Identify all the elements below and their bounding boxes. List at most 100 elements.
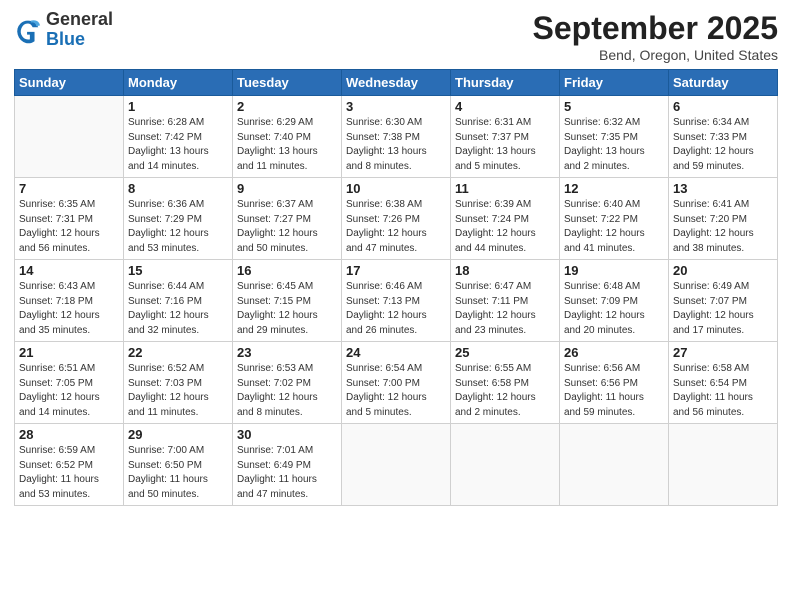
logo: General Blue	[14, 10, 113, 50]
calendar-cell: 4 Sunrise: 6:31 AMSunset: 7:37 PMDaylight…	[451, 96, 560, 178]
calendar-cell: 23 Sunrise: 6:53 AMSunset: 7:02 PMDayligh…	[233, 342, 342, 424]
day-number: 15	[128, 263, 228, 278]
col-saturday: Saturday	[669, 70, 778, 96]
calendar-cell: 18 Sunrise: 6:47 AMSunset: 7:11 PMDayligh…	[451, 260, 560, 342]
day-number: 13	[673, 181, 773, 196]
calendar-cell: 13Sunrise: 6:41 AMSunset: 7:20 PMDayligh…	[669, 178, 778, 260]
calendar-week-1: 1 Sunrise: 6:28 AMSunset: 7:42 PMDaylight…	[15, 96, 778, 178]
calendar-body: 1 Sunrise: 6:28 AMSunset: 7:42 PMDaylight…	[15, 96, 778, 506]
day-info: Sunrise: 6:48 AMSunset: 7:09 PMDaylight:…	[564, 280, 664, 338]
day-number: 24	[346, 345, 446, 360]
day-info: Sunrise: 6:30 AMSunset: 7:38 PMDaylight:…	[346, 116, 446, 174]
day-info: Sunrise: 6:29 AMSunset: 7:40 PMDaylight:…	[237, 116, 337, 174]
calendar-cell: 29Sunrise: 7:00 AMSunset: 6:50 PMDayligh…	[124, 424, 233, 506]
day-info: Sunrise: 6:45 AMSunset: 7:15 PMDaylight:…	[237, 280, 337, 338]
calendar-week-5: 28 Sunrise: 6:59 AMSunset: 6:52 PMDayligh…	[15, 424, 778, 506]
day-number: 23	[237, 345, 337, 360]
calendar-cell: 25 Sunrise: 6:55 AMSunset: 6:58 PMDayligh…	[451, 342, 560, 424]
day-number: 10	[346, 181, 446, 196]
day-number: 11	[455, 181, 555, 196]
day-info: Sunrise: 6:31 AMSunset: 7:37 PMDaylight:…	[455, 116, 555, 174]
day-info: Sunrise: 6:32 AMSunset: 7:35 PMDaylight:…	[564, 116, 664, 174]
day-number: 30	[237, 427, 337, 442]
calendar-cell: 8 Sunrise: 6:36 AMSunset: 7:29 PMDaylight…	[124, 178, 233, 260]
calendar-week-2: 7Sunrise: 6:35 AMSunset: 7:31 PMDaylight…	[15, 178, 778, 260]
day-number: 21	[19, 345, 119, 360]
calendar-cell: 24 Sunrise: 6:54 AMSunset: 7:00 PMDayligh…	[342, 342, 451, 424]
logo-icon	[14, 16, 42, 44]
calendar-cell: 26Sunrise: 6:56 AMSunset: 6:56 PMDayligh…	[560, 342, 669, 424]
day-number: 20	[673, 263, 773, 278]
day-number: 18	[455, 263, 555, 278]
col-sunday: Sunday	[15, 70, 124, 96]
day-info: Sunrise: 6:36 AMSunset: 7:29 PMDaylight:…	[128, 198, 228, 256]
day-info: Sunrise: 6:53 AMSunset: 7:02 PMDaylight:…	[237, 362, 337, 420]
calendar-cell: 12 Sunrise: 6:40 AMSunset: 7:22 PMDayligh…	[560, 178, 669, 260]
calendar-cell: 17Sunrise: 6:46 AMSunset: 7:13 PMDayligh…	[342, 260, 451, 342]
calendar-cell: 7Sunrise: 6:35 AMSunset: 7:31 PMDaylight…	[15, 178, 124, 260]
day-info: Sunrise: 6:59 AMSunset: 6:52 PMDaylight:…	[19, 444, 119, 502]
calendar-cell: 22 Sunrise: 6:52 AMSunset: 7:03 PMDayligh…	[124, 342, 233, 424]
day-info: Sunrise: 6:34 AMSunset: 7:33 PMDaylight:…	[673, 116, 773, 174]
calendar-cell	[669, 424, 778, 506]
calendar-week-3: 14 Sunrise: 6:43 AMSunset: 7:18 PMDayligh…	[15, 260, 778, 342]
col-thursday: Thursday	[451, 70, 560, 96]
calendar-cell: 6 Sunrise: 6:34 AMSunset: 7:33 PMDaylight…	[669, 96, 778, 178]
calendar-cell	[451, 424, 560, 506]
title-block: September 2025 Bend, Oregon, United Stat…	[533, 10, 778, 63]
calendar-cell: 16 Sunrise: 6:45 AMSunset: 7:15 PMDayligh…	[233, 260, 342, 342]
day-info: Sunrise: 6:43 AMSunset: 7:18 PMDaylight:…	[19, 280, 119, 338]
day-info: Sunrise: 6:55 AMSunset: 6:58 PMDaylight:…	[455, 362, 555, 420]
calendar-cell: 2 Sunrise: 6:29 AMSunset: 7:40 PMDaylight…	[233, 96, 342, 178]
location: Bend, Oregon, United States	[533, 47, 778, 63]
day-number: 5	[564, 99, 664, 114]
logo-general: General	[46, 9, 113, 29]
logo-blue: Blue	[46, 29, 85, 49]
calendar-cell: 14 Sunrise: 6:43 AMSunset: 7:18 PMDayligh…	[15, 260, 124, 342]
col-friday: Friday	[560, 70, 669, 96]
calendar-cell: 10 Sunrise: 6:38 AMSunset: 7:26 PMDayligh…	[342, 178, 451, 260]
day-info: Sunrise: 6:51 AMSunset: 7:05 PMDaylight:…	[19, 362, 119, 420]
calendar-cell: 27Sunrise: 6:58 AMSunset: 6:54 PMDayligh…	[669, 342, 778, 424]
day-number: 25	[455, 345, 555, 360]
calendar-cell: 15 Sunrise: 6:44 AMSunset: 7:16 PMDayligh…	[124, 260, 233, 342]
day-info: Sunrise: 6:44 AMSunset: 7:16 PMDaylight:…	[128, 280, 228, 338]
day-number: 4	[455, 99, 555, 114]
day-number: 6	[673, 99, 773, 114]
logo-text: General Blue	[46, 10, 113, 50]
calendar-cell: 1 Sunrise: 6:28 AMSunset: 7:42 PMDaylight…	[124, 96, 233, 178]
calendar-cell: 9Sunrise: 6:37 AMSunset: 7:27 PMDaylight…	[233, 178, 342, 260]
day-info: Sunrise: 6:40 AMSunset: 7:22 PMDaylight:…	[564, 198, 664, 256]
day-info: Sunrise: 6:49 AMSunset: 7:07 PMDaylight:…	[673, 280, 773, 338]
col-monday: Monday	[124, 70, 233, 96]
day-info: Sunrise: 6:47 AMSunset: 7:11 PMDaylight:…	[455, 280, 555, 338]
day-info: Sunrise: 6:56 AMSunset: 6:56 PMDaylight:…	[564, 362, 664, 420]
calendar-cell: 11 Sunrise: 6:39 AMSunset: 7:24 PMDayligh…	[451, 178, 560, 260]
day-number: 12	[564, 181, 664, 196]
day-info: Sunrise: 6:54 AMSunset: 7:00 PMDaylight:…	[346, 362, 446, 420]
day-info: Sunrise: 6:35 AMSunset: 7:31 PMDaylight:…	[19, 198, 119, 256]
day-info: Sunrise: 6:28 AMSunset: 7:42 PMDaylight:…	[128, 116, 228, 174]
day-info: Sunrise: 6:52 AMSunset: 7:03 PMDaylight:…	[128, 362, 228, 420]
day-number: 14	[19, 263, 119, 278]
day-info: Sunrise: 6:37 AMSunset: 7:27 PMDaylight:…	[237, 198, 337, 256]
day-number: 3	[346, 99, 446, 114]
day-number: 29	[128, 427, 228, 442]
day-info: Sunrise: 6:39 AMSunset: 7:24 PMDaylight:…	[455, 198, 555, 256]
day-number: 1	[128, 99, 228, 114]
day-number: 28	[19, 427, 119, 442]
page-container: General Blue September 2025 Bend, Oregon…	[0, 0, 792, 516]
day-number: 19	[564, 263, 664, 278]
calendar-cell: 20 Sunrise: 6:49 AMSunset: 7:07 PMDayligh…	[669, 260, 778, 342]
day-info: Sunrise: 6:38 AMSunset: 7:26 PMDaylight:…	[346, 198, 446, 256]
calendar-cell: 28 Sunrise: 6:59 AMSunset: 6:52 PMDayligh…	[15, 424, 124, 506]
day-number: 16	[237, 263, 337, 278]
day-number: 2	[237, 99, 337, 114]
calendar-cell: 30Sunrise: 7:01 AMSunset: 6:49 PMDayligh…	[233, 424, 342, 506]
header-row: Sunday Monday Tuesday Wednesday Thursday…	[15, 70, 778, 96]
calendar-cell	[15, 96, 124, 178]
day-number: 8	[128, 181, 228, 196]
day-number: 22	[128, 345, 228, 360]
day-number: 17	[346, 263, 446, 278]
calendar-header: Sunday Monday Tuesday Wednesday Thursday…	[15, 70, 778, 96]
